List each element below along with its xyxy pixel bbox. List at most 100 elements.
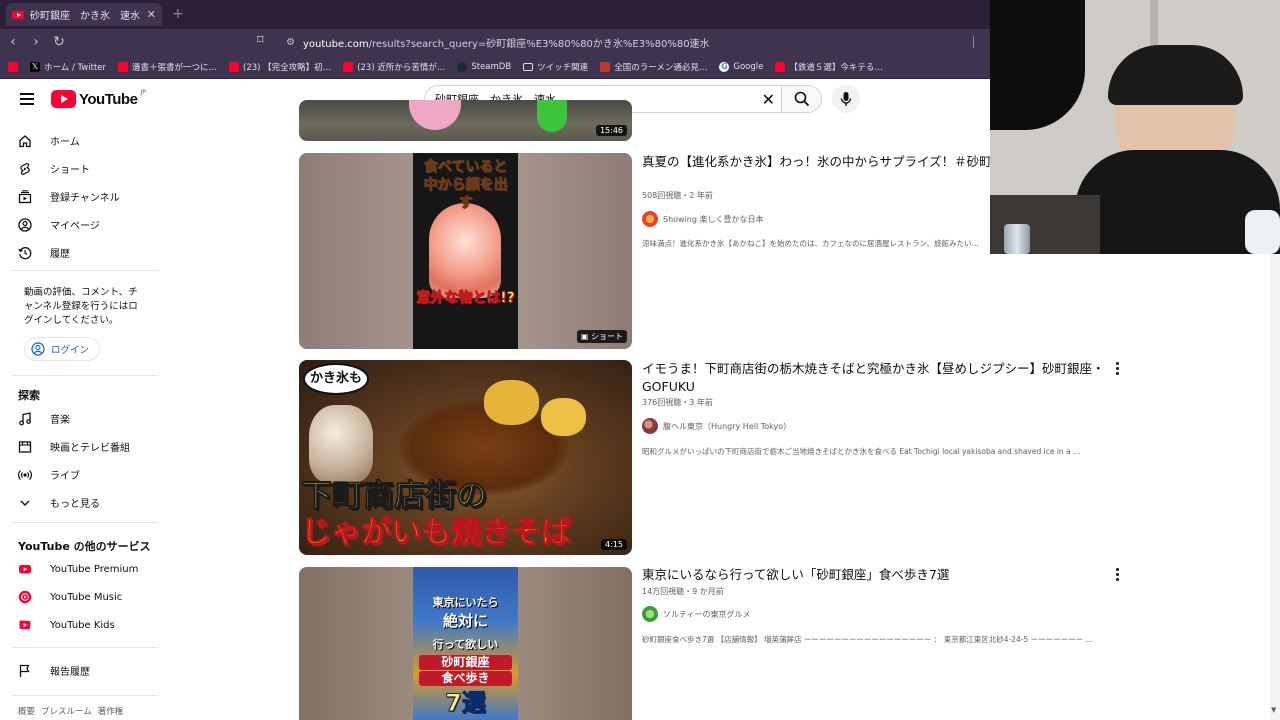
thumbnail-caption-line: 砂町銀座 xyxy=(419,655,512,670)
sidebar-item-label: もっと見る xyxy=(50,499,100,510)
thumbnail-caption-bottom: 意外な物とは!? xyxy=(416,290,515,307)
youtube-favicon-icon xyxy=(12,10,24,19)
bookmark-item[interactable]: 𝕏 ホーム / Twitter xyxy=(30,61,106,73)
logo-region: JP xyxy=(140,88,146,96)
thumbnail-speech-bubble: かき氷も xyxy=(303,363,369,395)
yt-premium-icon xyxy=(18,562,32,576)
more-actions-icon[interactable] xyxy=(1116,568,1120,583)
thumbnail-caption-line: 食べ歩き xyxy=(419,671,512,686)
youtube-icon xyxy=(343,61,354,72)
ramen-icon xyxy=(600,61,611,72)
bookmark-item[interactable]: ツイッチ関連 xyxy=(523,61,588,73)
x-icon: 𝕏 xyxy=(30,61,40,72)
page-scrollbar[interactable] xyxy=(1270,254,1280,720)
clear-search-icon[interactable]: ✕ xyxy=(762,90,775,109)
footer-link-copyright[interactable]: 著作権 xyxy=(98,705,124,717)
login-button[interactable]: ログイン xyxy=(24,337,101,361)
sidebar-item-yt-music[interactable]: YouTube Music xyxy=(18,590,122,604)
sidebar-item-history[interactable]: 履歴 xyxy=(18,245,70,260)
webcam-tissue xyxy=(1245,210,1280,254)
sidebar-item-music[interactable]: 音楽 xyxy=(18,411,70,426)
channel-name[interactable]: Showing 楽しく豊かな日本 xyxy=(663,214,764,225)
footer-link-about[interactable]: 概要 xyxy=(18,705,35,717)
bookmark-item[interactable]: G Google xyxy=(719,61,763,72)
more-actions-icon[interactable] xyxy=(1116,362,1120,377)
address-bar[interactable]: ⚙ youtube.com/results?search_query=砂町銀座%… xyxy=(282,32,972,52)
shaved-ice-art xyxy=(429,203,501,298)
forward-icon[interactable]: › xyxy=(26,34,46,50)
bookmark-item[interactable]: 全国のラーメン通必見… xyxy=(600,61,707,73)
webcam-person-hair xyxy=(1108,45,1243,105)
services-heading: YouTube の他のサービス xyxy=(18,540,151,553)
video-title[interactable]: 東京にいるなら行って欲しい「砂町銀座」食べ歩き7選 xyxy=(642,566,1112,584)
channel-link[interactable]: 腹ヘル東京（Hungry Hell Tokyo） xyxy=(642,418,791,434)
sidebar-item-label: マイページ xyxy=(50,221,100,232)
search-button[interactable] xyxy=(782,85,822,113)
close-tab-icon[interactable]: ✕ xyxy=(147,8,156,21)
channel-link[interactable]: Showing 楽しく豊かな日本 xyxy=(642,211,764,227)
sidebar-item-label: 登録チャンネル xyxy=(50,193,120,204)
guide-sidebar: ホーム ショート 登録チャンネル マイページ 履歴 動画の評価、コメント、チャン… xyxy=(0,120,160,720)
bookmark-item[interactable]: (23) 近所から苦情が… xyxy=(343,61,445,73)
home-icon xyxy=(18,134,32,148)
sidebar-item-you[interactable]: マイページ xyxy=(18,217,100,232)
reload-icon[interactable]: ↻ xyxy=(49,34,69,50)
site-settings-icon[interactable]: ⚙ xyxy=(286,37,295,48)
login-label: ログイン xyxy=(51,345,90,356)
bookmark-item[interactable]: SteamDB xyxy=(457,61,511,72)
sidebar-item-home[interactable]: ホーム xyxy=(18,133,80,148)
youtube-logo[interactable]: YouTube JP xyxy=(51,88,146,108)
sidebar-item-label: 報告履歴 xyxy=(50,667,90,678)
thumbnail-caption-top: 食べていると中から顔を出す xyxy=(423,159,508,212)
sidebar-item-label: ライブ xyxy=(50,471,80,482)
sidebar-item-show-more[interactable]: もっと見る xyxy=(18,495,100,510)
menu-icon[interactable] xyxy=(20,93,34,105)
video-thumbnail[interactable]: 東京にいたら 絶対に 行って欲しい 砂町銀座 食べ歩き 7選 xyxy=(299,567,632,720)
video-thumbnail[interactable]: 15:46 xyxy=(299,100,632,141)
sidebar-item-yt-kids[interactable]: YouTube Kids xyxy=(18,618,115,632)
back-icon[interactable]: ‹ xyxy=(3,34,23,50)
video-description: 砂町銀座食べ歩き7選 【店舗情報】 増英蒲鉾店 ーーーーーーーーーーーーーーーー… xyxy=(642,635,1093,644)
guide-footer-links: 概要 プレスルーム 著作権 xyxy=(18,705,123,717)
browser-tab[interactable]: 砂町銀座 かき氷 速水 - YouTube ✕ xyxy=(6,3,162,26)
video-description: 昭和グルメがいっぱいの下町商店街で栃木ご当地焼きそばとかき氷を食べる Eat T… xyxy=(642,447,1081,456)
music-icon xyxy=(18,411,32,426)
bookmark-label: (23) 【完全攻略】初… xyxy=(243,62,332,73)
thumbnail-frame: 東京にいたら 絶対に 行って欲しい 砂町銀座 食べ歩き 7選 xyxy=(413,567,518,720)
shorts-badge: ▣ ショート xyxy=(576,330,627,343)
channel-name[interactable]: ソルティーの東京グルメ xyxy=(663,609,751,620)
voice-search-button[interactable] xyxy=(832,85,860,113)
chevron-down-icon xyxy=(18,496,32,510)
sidebar-item-yt-premium[interactable]: YouTube Premium xyxy=(18,562,138,576)
bookmark-item[interactable]: (23) 【完全攻略】初… xyxy=(229,61,331,73)
folder-icon xyxy=(523,62,534,71)
bookmark-page-icon[interactable]: ⌑ xyxy=(257,33,264,48)
sidebar-divider xyxy=(12,522,158,523)
bookmark-item[interactable]: 【鉄道５選】今キテる… xyxy=(775,61,883,73)
bookmark-item[interactable]: 遺書＋張書が一つに… xyxy=(118,61,217,73)
thumbnail-caption-line1: 下町商店街の xyxy=(301,478,488,515)
channel-name[interactable]: 腹ヘル東京（Hungry Hell Tokyo） xyxy=(663,421,791,432)
youtube-icon xyxy=(118,61,129,72)
bookmark-item[interactable] xyxy=(8,61,18,72)
sidebar-item-shorts[interactable]: ショート xyxy=(18,161,90,176)
channel-avatar[interactable] xyxy=(642,211,658,227)
sidebar-item-report-history[interactable]: 報告履歴 xyxy=(18,663,90,678)
channel-link[interactable]: ソルティーの東京グルメ xyxy=(642,606,751,622)
channel-avatar[interactable] xyxy=(642,606,658,622)
sidebar-item-live[interactable]: ライブ xyxy=(18,467,80,482)
video-thumbnail[interactable]: 食べていると中から顔を出す 意外な物とは!? ▣ ショート xyxy=(299,153,632,349)
new-tab-icon[interactable]: + xyxy=(172,6,184,22)
video-thumbnail[interactable]: かき氷も 下町商店街の じゃがいも焼きそば 4:15 xyxy=(299,360,632,555)
channel-avatar[interactable] xyxy=(642,418,658,434)
sidebar-item-subscriptions[interactable]: 登録チャンネル xyxy=(18,189,120,204)
video-title[interactable]: イモうま！下町商店街の栃木焼きそばと究極かき氷【昼めしジプシー】砂町銀座・GOF… xyxy=(642,360,1112,396)
potato-art xyxy=(484,380,539,425)
thumbnail-blur-right xyxy=(518,567,632,720)
sidebar-item-movies[interactable]: 映画とテレビ番組 xyxy=(18,439,130,454)
footer-link-press[interactable]: プレスルーム xyxy=(41,705,92,717)
scroll-down-icon[interactable]: ▼ xyxy=(1271,706,1276,714)
thumbnail-caption-line2: じゃがいも焼きそば xyxy=(301,515,572,551)
film-icon xyxy=(18,440,32,454)
logo-text: YouTube xyxy=(79,90,138,108)
